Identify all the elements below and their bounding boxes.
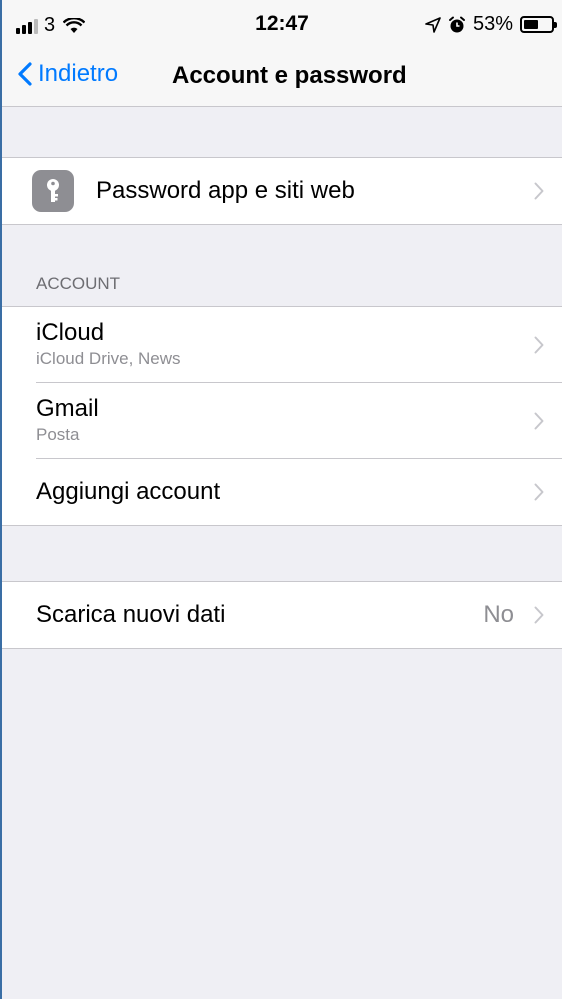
chevron-right-icon [534, 336, 544, 354]
fetch-new-data-label: Scarica nuovi dati [36, 601, 226, 628]
account-subtitle: iCloud Drive, News [36, 349, 181, 368]
account-title: Gmail [36, 395, 99, 422]
alarm-icon [448, 16, 465, 32]
battery-icon [520, 16, 557, 33]
account-subtitle: Posta [36, 425, 80, 444]
fetch-new-data-value: No [483, 601, 514, 628]
back-button-label: Indietro [38, 60, 119, 87]
fetch-group: Scarica nuovi dati No [2, 581, 562, 649]
account-row-icloud[interactable]: iCloud iCloud Drive, News [2, 307, 562, 383]
chevron-left-icon [18, 62, 32, 86]
accounts-group: iCloud iCloud Drive, News Gmail Posta Ag… [2, 306, 562, 526]
accounts-section-header: ACCOUNT [36, 274, 121, 293]
account-row-gmail[interactable]: Gmail Posta [2, 383, 562, 459]
chevron-right-icon [534, 182, 544, 200]
chevron-right-icon [534, 412, 544, 430]
account-title: iCloud [36, 319, 105, 346]
passwords-row-label: Password app e siti web [96, 177, 355, 204]
add-account-row[interactable]: Aggiungi account [2, 459, 562, 525]
back-button[interactable]: Indietro [18, 60, 118, 88]
status-bar: 3 12:47 53% [2, 0, 562, 48]
page-title: Account e password [172, 62, 407, 89]
location-arrow-icon [425, 16, 441, 33]
add-account-label: Aggiungi account [36, 478, 221, 505]
chevron-right-icon [534, 483, 544, 501]
status-right: 53% [425, 13, 557, 36]
key-icon [32, 170, 74, 212]
passwords-group: Password app e siti web [2, 157, 562, 225]
battery-percent: 53% [472, 13, 513, 35]
navigation-bar: Indietro Account e password [2, 48, 562, 107]
chevron-right-icon [534, 606, 544, 624]
fetch-new-data-row[interactable]: Scarica nuovi dati No [2, 582, 562, 648]
passwords-row[interactable]: Password app e siti web [2, 158, 562, 224]
